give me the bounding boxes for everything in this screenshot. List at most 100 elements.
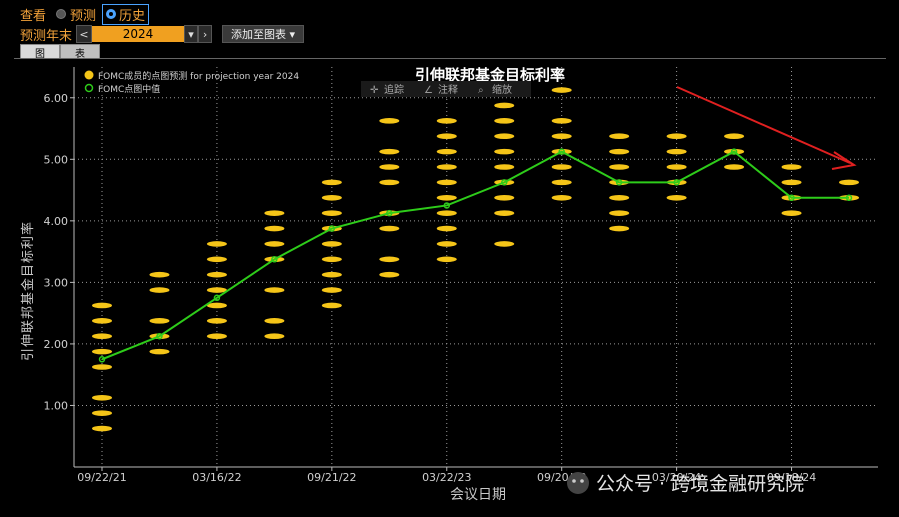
- projection-dot: [264, 318, 285, 324]
- projection-dot: [321, 241, 342, 247]
- projection-dot: [494, 133, 515, 140]
- projection-dot: [92, 394, 112, 401]
- projection-dot: [92, 410, 112, 416]
- projection-dot: [436, 148, 457, 155]
- view-mode-bar: 查看 预测 历史: [20, 3, 150, 25]
- projection-dot: [609, 194, 630, 201]
- projection-dot: [206, 271, 227, 278]
- projection-dot: [149, 318, 170, 324]
- forecast-radio[interactable]: [56, 9, 67, 19]
- projection-dot: [436, 210, 457, 216]
- projection-dot: [264, 225, 285, 232]
- wechat-icon-eye-left: [572, 479, 576, 483]
- projection-dot: [92, 348, 112, 355]
- prev-year-button[interactable]: <: [76, 25, 93, 43]
- projection-dot: [321, 302, 342, 309]
- year-input[interactable]: 2024: [92, 26, 185, 42]
- projection-dot: [551, 194, 572, 201]
- projection-dot: [609, 133, 630, 140]
- y-tick-label: 3.00: [44, 276, 69, 289]
- legend-median-label: FOMC点图中值: [98, 83, 160, 95]
- projection-dot: [92, 318, 112, 324]
- history-radio[interactable]: [106, 9, 117, 19]
- projection-dot: [494, 118, 515, 124]
- projection-dot: [436, 118, 457, 124]
- projection-dot: [609, 164, 630, 170]
- projection-dot: [666, 194, 687, 201]
- year-dropdown-button[interactable]: ▾: [184, 25, 199, 43]
- projection-dot: [379, 225, 400, 232]
- watermark-text: 公众号 · 跨境金融研究院: [596, 473, 804, 495]
- year-end-label: 预测年末: [20, 28, 73, 44]
- chart-background: [14, 59, 886, 509]
- annotate-icon[interactable]: ∠: [424, 85, 433, 96]
- x-axis-label: 会议日期: [450, 487, 506, 503]
- projection-dot: [92, 333, 112, 340]
- projection-dot: [264, 287, 285, 293]
- projection-dot: [839, 179, 859, 186]
- add-to-chart-button[interactable]: 添加至图表 ▾: [222, 25, 305, 43]
- history-option[interactable]: 历史: [102, 3, 150, 25]
- projection-dot: [436, 256, 457, 263]
- projection-dot: [781, 179, 802, 186]
- dot-plot-chart: 1.00 2.00 3.00 4.00 5.00 6.00 09/22/21 03/16/22…: [14, 59, 886, 509]
- projection-dot: [321, 194, 342, 201]
- trace-tool[interactable]: 追踪: [384, 83, 404, 96]
- projection-dot: [92, 425, 112, 432]
- watermark: 公众号 · 跨境金融研究院: [567, 472, 804, 495]
- y-tick-label: 2.00: [44, 338, 69, 351]
- projection-dot: [724, 164, 745, 170]
- forecast-label[interactable]: 预测: [70, 5, 96, 24]
- projection-dot: [494, 148, 515, 155]
- y-tick-label: 6.00: [44, 92, 69, 105]
- projection-dot: [609, 210, 630, 216]
- x-tick-label: 09/22/21: [77, 471, 126, 484]
- projection-dot: [436, 194, 457, 201]
- projection-dot: [92, 302, 112, 309]
- projection-dot: [551, 164, 572, 170]
- projection-dot: [781, 164, 802, 170]
- projection-dot: [551, 133, 572, 140]
- projection-dot: [781, 210, 802, 216]
- projection-dot: [494, 194, 515, 201]
- projection-dot: [666, 164, 687, 170]
- next-year-button[interactable]: ›: [198, 25, 213, 43]
- projection-dot: [206, 241, 227, 247]
- y-tick-label: 1.00: [44, 399, 69, 412]
- projection-dot: [321, 210, 342, 216]
- projection-dot: [92, 364, 112, 370]
- projection-dot: [149, 271, 170, 278]
- projection-dot: [321, 256, 342, 263]
- chart-tools: ✛ 追踪 ∠ 注释 ⌕ 缩放: [361, 81, 531, 97]
- projection-dot: [264, 333, 285, 340]
- trace-icon[interactable]: ✛: [370, 85, 379, 96]
- wechat-icon: [567, 472, 589, 494]
- projection-dot: [436, 225, 457, 232]
- zoom-tool[interactable]: 缩放: [492, 83, 512, 96]
- view-label: 查看: [20, 8, 47, 24]
- projection-dot: [551, 118, 572, 124]
- legend-dot-marker: [84, 70, 94, 80]
- legend-dots-label: FOMC成员的点图预测 for projection year 2024: [98, 70, 299, 82]
- projection-dot: [149, 348, 170, 355]
- x-tick-label: 03/16/22: [192, 471, 241, 484]
- projection-dot: [379, 118, 400, 124]
- history-label[interactable]: 历史: [119, 5, 145, 24]
- chart-area: 1.00 2.00 3.00 4.00 5.00 6.00 09/22/21 03/16/22…: [14, 58, 886, 509]
- projection-dot: [666, 133, 687, 140]
- projection-dot: [494, 241, 515, 247]
- zoom-icon[interactable]: ⌕: [478, 85, 484, 96]
- projection-dot: [609, 225, 630, 232]
- projection-dot: [724, 133, 745, 140]
- projection-dot: [206, 318, 227, 324]
- projection-dot: [206, 333, 227, 340]
- annotate-tool[interactable]: 注释: [438, 83, 458, 96]
- y-tick-label: 4.00: [44, 215, 69, 228]
- y-tick-label: 5.00: [44, 153, 69, 166]
- projection-dot: [379, 179, 400, 186]
- projection-dot: [321, 287, 342, 293]
- projection-dot: [264, 241, 285, 247]
- projection-dot: [379, 256, 400, 263]
- projection-dot: [494, 164, 515, 170]
- x-tick-label: 03/22/23: [422, 471, 471, 484]
